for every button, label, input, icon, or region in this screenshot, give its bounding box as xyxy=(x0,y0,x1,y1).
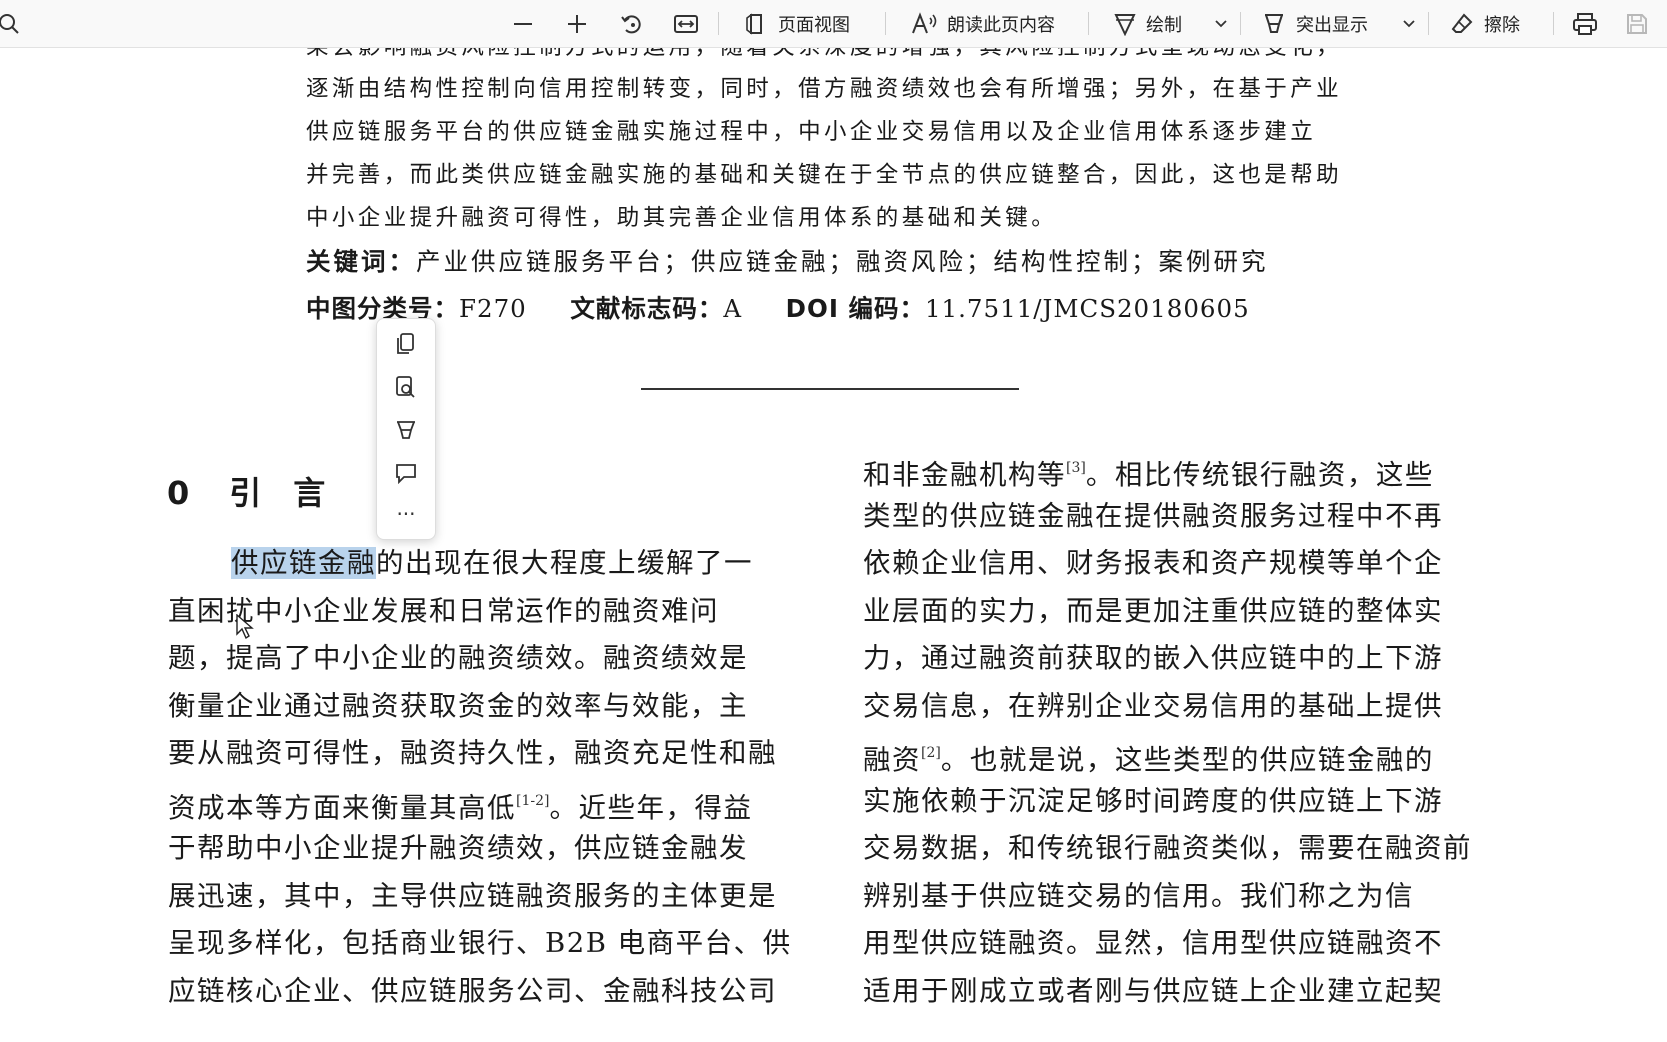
zoom-in-icon[interactable] xyxy=(566,0,588,47)
mouse-cursor-icon xyxy=(236,614,254,640)
right-column-line: 融资[2]。也就是说，这些类型的供应链金融的 xyxy=(863,733,1434,780)
erase-label: 擦除 xyxy=(1484,14,1520,36)
copy-icon[interactable] xyxy=(377,325,435,363)
abstract-line: 逐渐由结构性控制向信用控制转变，同时，借方融资绩效也会有所增强；另外，在基于产业 xyxy=(306,76,1343,102)
page-view-icon xyxy=(746,12,762,35)
clc-value: F270 xyxy=(459,294,527,323)
right-column-line: 依赖企业信用、财务报表和资产规模等单个企 xyxy=(863,547,1443,579)
eraser-icon xyxy=(1451,12,1473,33)
citation-ref[interactable]: [3] xyxy=(1066,460,1086,476)
right-column-line: 和非金融机构等[3]。相比传统银行融资，这些 xyxy=(863,448,1434,495)
page-view-label: 页面视图 xyxy=(778,14,850,36)
keywords-line: 关键词：产业供应链服务平台；供应链金融；融资风险；结构性控制；案例研究 xyxy=(306,246,1269,278)
abstract-line: 供应链服务平台的供应链金融实施过程中，中小企业交易信用以及企业信用体系逐步建立 xyxy=(306,119,1317,145)
save-icon[interactable] xyxy=(1626,0,1648,47)
paragraph-text: 。相比传统银行融资，这些 xyxy=(1085,459,1434,491)
highlighter-icon xyxy=(1265,13,1283,33)
left-column-line: 资成本等方面来衡量其高低[1-2]。近些年，得益 xyxy=(168,781,752,828)
read-aloud-label: 朗读此页内容 xyxy=(947,14,1055,36)
citation-ref[interactable]: [1-2] xyxy=(516,793,549,809)
search-icon[interactable] xyxy=(0,0,22,47)
search-selection-icon[interactable] xyxy=(377,368,435,406)
left-column-line: 要从融资可得性，融资持久性，融资充足性和融 xyxy=(168,737,777,769)
section-heading: 0 引 言 xyxy=(167,468,365,514)
toolbar-separator xyxy=(885,12,886,35)
citation-ref[interactable]: [2] xyxy=(921,745,941,761)
right-column-line: 业层面的实力，而是更加注重供应链的整体实 xyxy=(863,595,1443,627)
doi-label: DOI 编码： xyxy=(785,294,925,323)
paragraph-text: 融资 xyxy=(863,744,921,776)
abstract-line: 中小企业提升融资可得性，助其完善企业信用体系的基础和关键。 xyxy=(306,205,1058,231)
toolbar-separator xyxy=(1428,12,1429,35)
selection-context-menu: ··· xyxy=(376,318,436,540)
paragraph-text: 。近些年，得益 xyxy=(549,792,753,824)
page-view-button[interactable]: 页面视图 xyxy=(744,0,850,47)
section-divider xyxy=(641,388,1019,390)
highlight-button[interactable]: 突出显示 xyxy=(1262,0,1368,47)
pdf-page: 果会影响融资风险控制方式的运用，随着关系深度的增强，其风险控制方式呈现动态变化，… xyxy=(0,48,1667,1042)
toolbar-separator xyxy=(1088,12,1089,35)
highlight-label: 突出显示 xyxy=(1296,14,1368,36)
pdf-toolbar: 页面视图 朗读此页内容 绘制 突出显示 擦除 xyxy=(0,0,1667,48)
comment-icon[interactable] xyxy=(377,454,435,492)
right-column-line: 实施依赖于沉淀足够时间跨度的供应链上下游 xyxy=(863,785,1443,817)
draw-icon xyxy=(1114,13,1136,36)
draw-label: 绘制 xyxy=(1146,14,1182,36)
left-column-line: 供应链金融的出现在很大程度上缓解了一 xyxy=(168,543,753,583)
left-column-line: 应链核心企业、供应链服务公司、金融科技公司 xyxy=(168,975,777,1007)
left-column-line: 衡量企业通过融资获取资金的效率与效能，主 xyxy=(168,690,748,722)
right-column-line: 交易数据，和传统银行融资类似，需要在融资前 xyxy=(863,832,1472,864)
right-column-line: 适用于刚成立或者刚与供应链上企业建立起契 xyxy=(863,975,1443,1007)
zoom-out-icon[interactable] xyxy=(512,0,534,47)
draw-options-chevron-down-icon[interactable] xyxy=(1214,0,1228,47)
erase-button[interactable]: 擦除 xyxy=(1450,0,1520,47)
print-icon[interactable] xyxy=(1572,0,1598,47)
right-column-line: 力，通过融资前获取的嵌入供应链中的上下游 xyxy=(863,642,1443,674)
left-column-line: 呈现多样化，包括商业银行、B2B 电商平台、供 xyxy=(168,927,792,959)
section-number: 0 xyxy=(167,474,190,512)
left-column-line: 展迅速，其中，主导供应链融资服务的主体更是 xyxy=(168,880,777,912)
draw-button[interactable]: 绘制 xyxy=(1114,0,1182,47)
paragraph-text: 。也就是说，这些类型的供应链金融的 xyxy=(940,744,1434,776)
classification-line: 中图分类号：F270 文献标志码：A DOI 编码：11.7511/JMCS20… xyxy=(306,293,1250,325)
paragraph-text: 和非金融机构等 xyxy=(863,459,1066,491)
read-aloud-icon xyxy=(912,11,937,33)
fit-width-icon[interactable] xyxy=(674,0,698,47)
doi-value: 11.7511/JMCS20180605 xyxy=(924,294,1250,323)
paragraph-text: 资成本等方面来衡量其高低 xyxy=(168,792,516,824)
paragraph-text: 的出现在很大程度上缓解了一 xyxy=(376,547,753,579)
read-aloud-button[interactable]: 朗读此页内容 xyxy=(911,0,1055,47)
left-column-line: 于帮助中小企业提升融资绩效，供应链金融发 xyxy=(168,832,748,864)
doc-code-label: 文献标志码： xyxy=(570,294,724,323)
highlight-options-chevron-down-icon[interactable] xyxy=(1402,0,1416,47)
right-column-line: 辨别基于供应链交易的信用。我们称之为信 xyxy=(863,880,1414,912)
toolbar-separator xyxy=(1240,12,1241,35)
keywords-label: 关键词： xyxy=(306,247,416,276)
toolbar-separator xyxy=(718,12,719,35)
rotate-icon[interactable] xyxy=(620,0,644,47)
toolbar-separator xyxy=(1553,12,1554,35)
selected-text[interactable]: 供应链金融 xyxy=(231,547,376,579)
right-column-line: 类型的供应链金融在提供融资服务过程中不再 xyxy=(863,500,1443,532)
abstract-line: 果会影响融资风险控制方式的运用，随着关系深度的增强，其风险控制方式呈现动态变化， xyxy=(306,48,1356,62)
doc-code-value: A xyxy=(723,294,743,323)
abstract-line: 并完善，而此类供应链金融实施的基础和关键在于全节点的供应链整合，因此，这也是帮助 xyxy=(306,162,1343,188)
left-column-line: 题，提高了中小企业的融资绩效。融资绩效是 xyxy=(168,642,748,674)
more-icon[interactable]: ··· xyxy=(377,495,435,533)
keywords-text: 产业供应链服务平台；供应链金融；融资风险；结构性控制；案例研究 xyxy=(416,247,1269,276)
highlight-icon[interactable] xyxy=(377,411,435,449)
section-title: 引 言 xyxy=(229,474,326,512)
right-column-line: 交易信息，在辨别企业交易信用的基础上提供 xyxy=(863,690,1443,722)
right-column-line: 用型供应链融资。显然，信用型供应链融资不 xyxy=(863,927,1443,959)
